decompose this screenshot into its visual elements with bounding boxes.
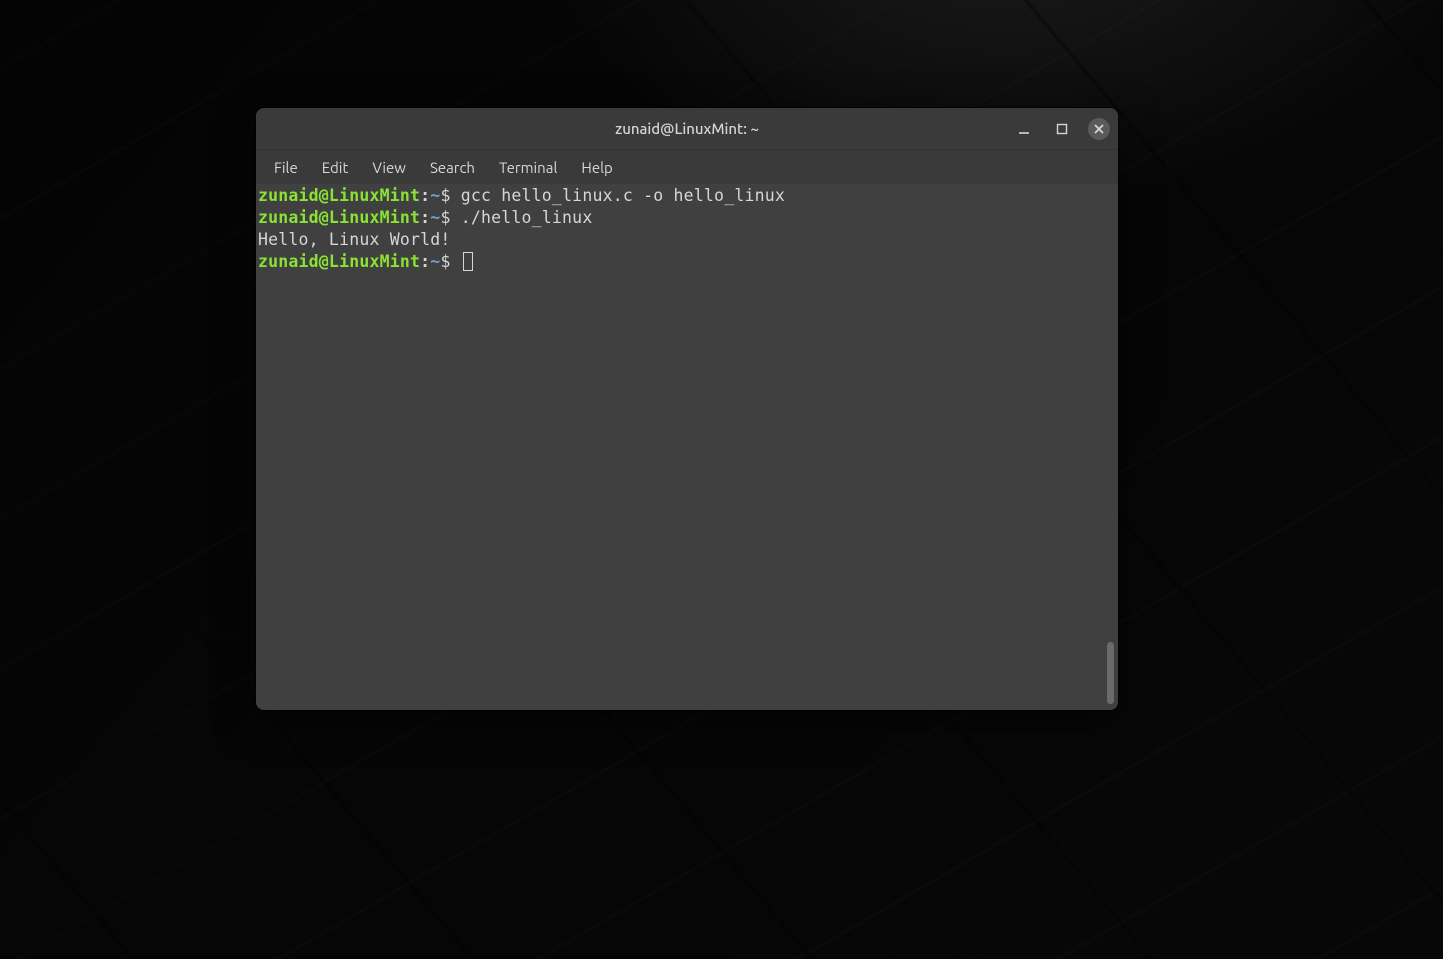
prompt-separator: :	[420, 186, 430, 205]
menu-search[interactable]: Search	[418, 154, 487, 181]
menu-file[interactable]: File	[262, 154, 310, 181]
window-titlebar[interactable]: zunaid@LinuxMint: ~	[256, 108, 1118, 150]
maximize-icon	[1056, 123, 1068, 135]
menu-view[interactable]: View	[360, 154, 418, 181]
terminal-line: zunaid@LinuxMint:~$ gcc hello_linux.c -o…	[258, 185, 1116, 207]
prompt-symbol: $	[440, 252, 450, 271]
close-icon	[1094, 124, 1104, 134]
terminal-window: zunaid@LinuxMint: ~ File Edit V	[256, 108, 1118, 710]
menu-help[interactable]: Help	[569, 154, 624, 181]
minimize-icon	[1018, 123, 1030, 135]
prompt-user: zunaid@LinuxMint	[258, 208, 420, 227]
prompt-path: ~	[430, 208, 440, 227]
menubar: File Edit View Search Terminal Help	[256, 150, 1118, 184]
terminal-line: zunaid@LinuxMint:~$ ./hello_linux	[258, 207, 1116, 229]
window-title: zunaid@LinuxMint: ~	[615, 120, 759, 137]
prompt-command	[451, 252, 461, 271]
prompt-command: ./hello_linux	[451, 208, 593, 227]
prompt-separator: :	[420, 252, 430, 271]
prompt-path: ~	[430, 186, 440, 205]
terminal-area[interactable]: zunaid@LinuxMint:~$ gcc hello_linux.c -o…	[256, 184, 1118, 710]
menu-edit[interactable]: Edit	[310, 154, 361, 181]
minimize-button[interactable]	[1012, 117, 1036, 141]
menu-terminal[interactable]: Terminal	[487, 154, 569, 181]
window-controls	[1012, 117, 1110, 141]
prompt-user: zunaid@LinuxMint	[258, 252, 420, 271]
prompt-path: ~	[430, 252, 440, 271]
close-button[interactable]	[1088, 118, 1110, 140]
maximize-button[interactable]	[1050, 117, 1074, 141]
prompt-symbol: $	[440, 186, 450, 205]
terminal-line: zunaid@LinuxMint:~$	[258, 251, 1116, 273]
prompt-separator: :	[420, 208, 430, 227]
prompt-symbol: $	[440, 208, 450, 227]
terminal-output-line: Hello, Linux World!	[258, 229, 1116, 251]
scrollbar-thumb[interactable]	[1107, 642, 1114, 704]
prompt-user: zunaid@LinuxMint	[258, 186, 420, 205]
terminal-content[interactable]: zunaid@LinuxMint:~$ gcc hello_linux.c -o…	[256, 184, 1118, 274]
prompt-command: gcc hello_linux.c -o hello_linux	[451, 186, 785, 205]
cursor	[463, 252, 473, 271]
